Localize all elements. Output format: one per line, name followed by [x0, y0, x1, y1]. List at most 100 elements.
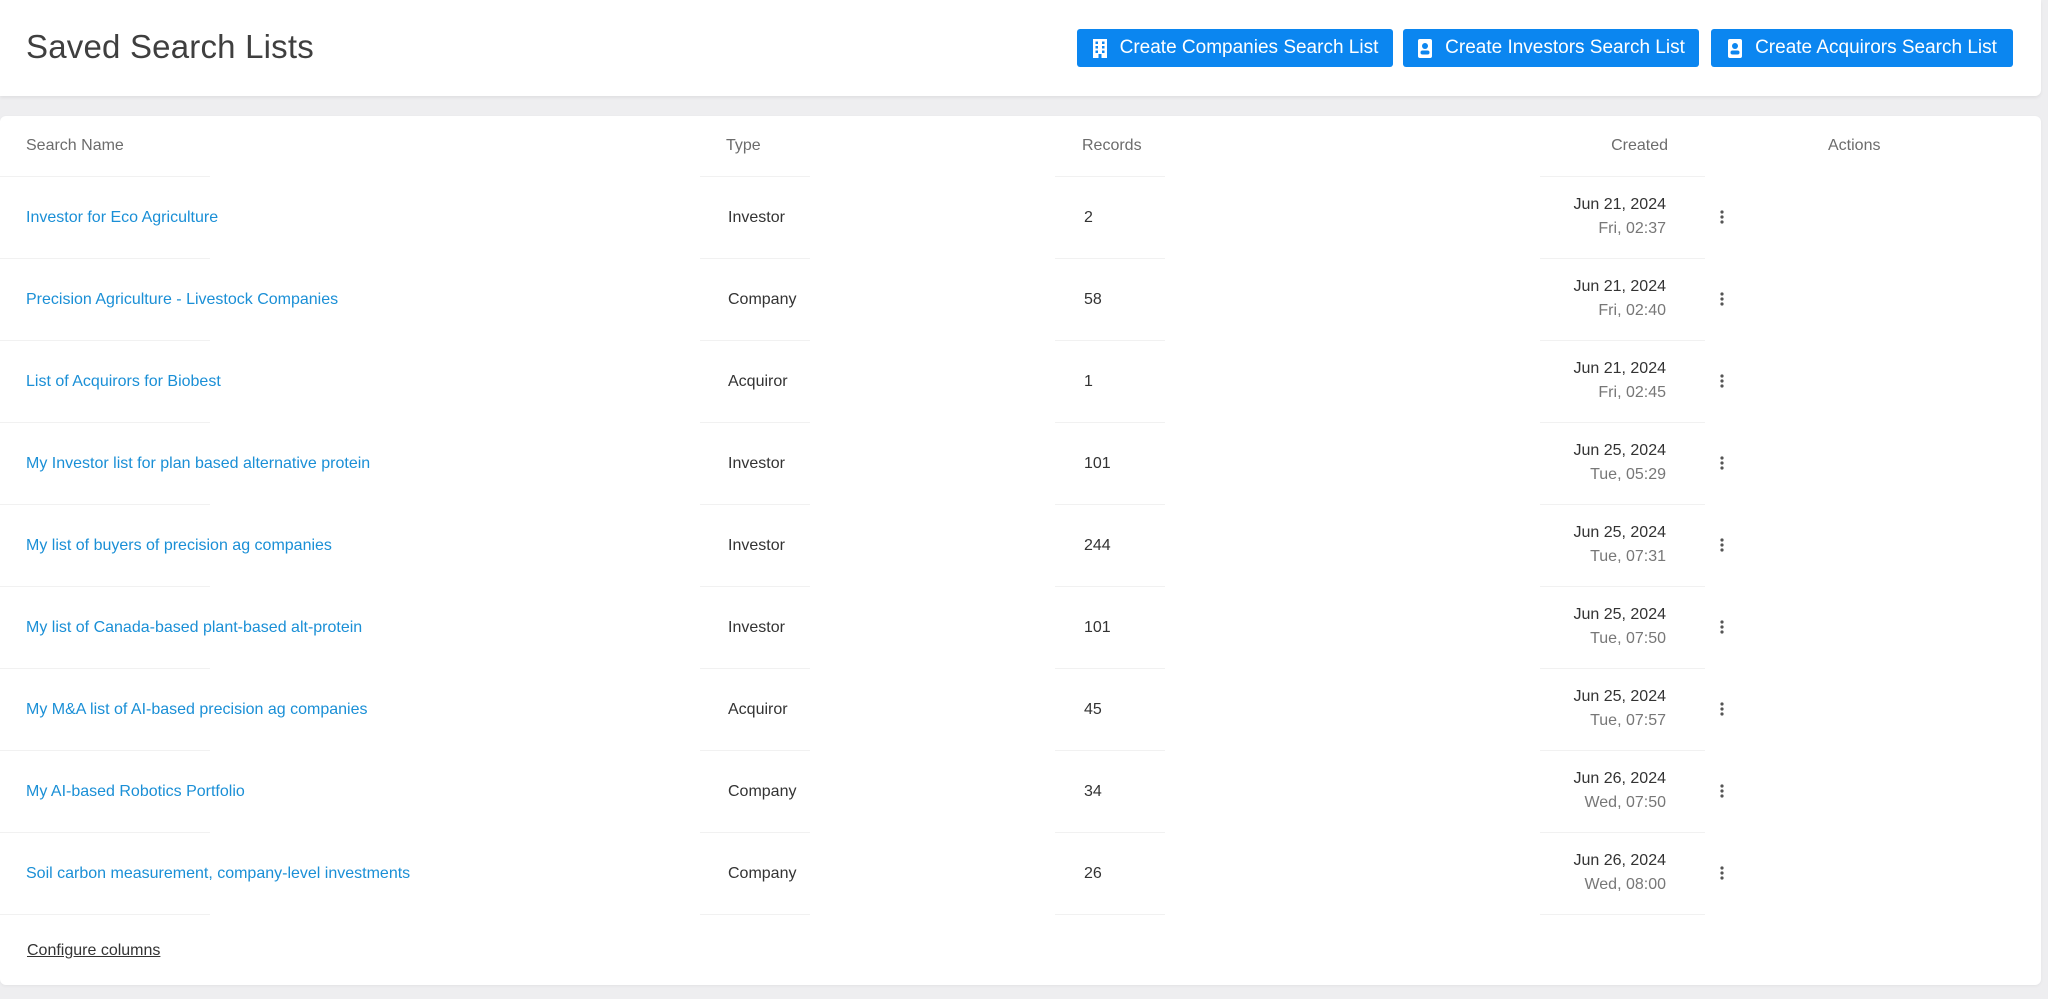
created-cell: Jun 26, 2024 Wed, 07:50 [1573, 770, 1666, 812]
configure-columns-link[interactable]: Configure columns [27, 942, 160, 960]
row-actions-button[interactable] [1714, 698, 1730, 720]
row-actions-button[interactable] [1714, 534, 1730, 556]
kebab-menu-icon [1720, 456, 1724, 470]
created-cell: Jun 26, 2024 Wed, 08:00 [1573, 852, 1666, 894]
created-cell: Jun 25, 2024 Tue, 05:29 [1573, 442, 1666, 484]
create-investors-label: Create Investors Search List [1445, 37, 1685, 58]
search-name-link[interactable]: List of Acquirors for Biobest [26, 373, 221, 391]
table-row: My list of Canada-based plant-based alt-… [0, 586, 2041, 668]
created-time: Tue, 07:57 [1590, 712, 1666, 729]
create-companies-search-list-button[interactable]: Create Companies Search List [1077, 29, 1393, 67]
kebab-menu-icon [1720, 784, 1724, 798]
created-date: Jun 25, 2024 [1573, 606, 1666, 623]
created-date: Jun 26, 2024 [1573, 770, 1666, 787]
created-time: Tue, 05:29 [1590, 466, 1666, 483]
row-actions-button[interactable] [1714, 206, 1730, 228]
column-header-actions: Actions [1828, 137, 1881, 154]
type-cell: Investor [728, 619, 785, 636]
records-cell: 26 [1084, 865, 1102, 882]
type-cell: Company [728, 865, 797, 882]
table-row: List of Acquirors for Biobest Acquiror 1… [0, 340, 2041, 422]
page-header: Saved Search Lists Create Companies Sear… [0, 0, 2041, 96]
records-cell: 101 [1084, 455, 1111, 472]
created-cell: Jun 25, 2024 Tue, 07:31 [1573, 524, 1666, 566]
row-actions-button[interactable] [1714, 370, 1730, 392]
records-cell: 244 [1084, 537, 1111, 554]
kebab-menu-icon [1720, 538, 1724, 552]
type-cell: Investor [728, 455, 785, 472]
created-date: Jun 25, 2024 [1573, 524, 1666, 541]
row-actions-button[interactable] [1714, 862, 1730, 884]
table-bottom-separator [0, 914, 2041, 915]
records-cell: 101 [1084, 619, 1111, 636]
table-row: Investor for Eco Agriculture Investor 2 … [0, 176, 2041, 258]
created-time: Fri, 02:45 [1598, 384, 1666, 401]
kebab-menu-icon [1720, 620, 1724, 634]
type-cell: Company [728, 783, 797, 800]
created-time: Fri, 02:37 [1598, 220, 1666, 237]
kebab-menu-icon [1720, 702, 1724, 716]
type-cell: Company [728, 291, 797, 308]
created-date: Jun 21, 2024 [1573, 278, 1666, 295]
created-date: Jun 25, 2024 [1573, 442, 1666, 459]
building-icon [1092, 38, 1107, 58]
created-cell: Jun 21, 2024 Fri, 02:37 [1573, 196, 1666, 238]
table-row: My AI-based Robotics Portfolio Company 3… [0, 750, 2041, 832]
column-header-records[interactable]: Records [1082, 137, 1142, 155]
search-name-link[interactable]: My list of buyers of precision ag compan… [26, 537, 332, 555]
column-header-search-name[interactable]: Search Name [26, 137, 124, 155]
page-title: Saved Search Lists [26, 28, 314, 65]
search-name-link[interactable]: Investor for Eco Agriculture [26, 209, 218, 227]
created-time: Tue, 07:31 [1590, 548, 1666, 565]
created-time: Fri, 02:40 [1598, 302, 1666, 319]
records-cell: 58 [1084, 291, 1102, 308]
table-row: Soil carbon measurement, company-level i… [0, 832, 2041, 914]
type-cell: Acquiror [728, 701, 788, 718]
table-row: Precision Agriculture - Livestock Compan… [0, 258, 2041, 340]
row-actions-button[interactable] [1714, 616, 1730, 638]
records-cell: 45 [1084, 701, 1102, 718]
search-name-link[interactable]: My Investor list for plan based alternat… [26, 455, 370, 473]
search-name-link[interactable]: Precision Agriculture - Livestock Compan… [26, 291, 338, 309]
created-cell: Jun 21, 2024 Fri, 02:40 [1573, 278, 1666, 320]
created-date: Jun 21, 2024 [1573, 360, 1666, 377]
create-acquirors-label: Create Acquirors Search List [1755, 37, 1997, 58]
type-cell: Acquiror [728, 373, 788, 390]
records-cell: 34 [1084, 783, 1102, 800]
created-time: Wed, 07:50 [1584, 794, 1666, 811]
created-cell: Jun 21, 2024 Fri, 02:45 [1573, 360, 1666, 402]
search-name-link[interactable]: My list of Canada-based plant-based alt-… [26, 619, 362, 637]
create-acquirors-search-list-button[interactable]: Create Acquirors Search List [1711, 29, 2013, 67]
create-investors-search-list-button[interactable]: Create Investors Search List [1403, 29, 1699, 67]
created-cell: Jun 25, 2024 Tue, 07:57 [1573, 688, 1666, 730]
table-row: My Investor list for plan based alternat… [0, 422, 2041, 504]
row-actions-button[interactable] [1714, 288, 1730, 310]
created-time: Wed, 08:00 [1584, 876, 1666, 893]
search-name-link[interactable]: My M&A list of AI-based precision ag com… [26, 701, 368, 719]
search-name-link[interactable]: Soil carbon measurement, company-level i… [26, 865, 410, 883]
records-cell: 1 [1084, 373, 1093, 390]
table-row: My list of buyers of precision ag compan… [0, 504, 2041, 586]
kebab-menu-icon [1720, 210, 1724, 224]
created-time: Tue, 07:50 [1590, 630, 1666, 647]
created-date: Jun 21, 2024 [1573, 196, 1666, 213]
type-cell: Investor [728, 537, 785, 554]
type-cell: Investor [728, 209, 785, 226]
create-companies-label: Create Companies Search List [1119, 37, 1379, 58]
row-actions-button[interactable] [1714, 452, 1730, 474]
search-name-link[interactable]: My AI-based Robotics Portfolio [26, 783, 245, 801]
row-actions-button[interactable] [1714, 780, 1730, 802]
kebab-menu-icon [1720, 292, 1724, 306]
acquiror-badge-icon [1728, 38, 1743, 58]
kebab-menu-icon [1720, 374, 1724, 388]
column-header-type[interactable]: Type [726, 137, 761, 155]
records-cell: 2 [1084, 209, 1093, 226]
table-row: My M&A list of AI-based precision ag com… [0, 668, 2041, 750]
search-lists-table: Search Name Type Records Created Actions… [0, 116, 2041, 985]
created-date: Jun 26, 2024 [1573, 852, 1666, 869]
created-cell: Jun 25, 2024 Tue, 07:50 [1573, 606, 1666, 648]
kebab-menu-icon [1720, 866, 1724, 880]
investor-badge-icon [1418, 38, 1433, 58]
created-date: Jun 25, 2024 [1573, 688, 1666, 705]
column-header-created[interactable]: Created [1611, 137, 1668, 155]
